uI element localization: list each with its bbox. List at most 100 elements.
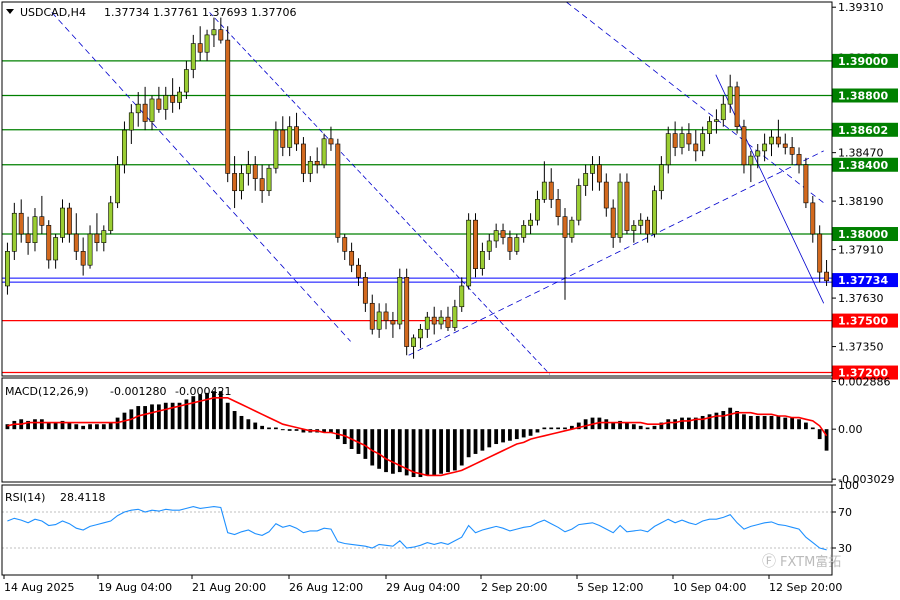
candle-body <box>713 119 719 122</box>
bearish-candle <box>73 213 79 260</box>
macd-bar <box>783 417 788 430</box>
macd-bar <box>824 429 829 451</box>
macd-bar <box>452 429 457 471</box>
candle-body <box>218 29 224 41</box>
candle-body <box>817 233 823 273</box>
macd-bar <box>528 429 533 436</box>
macd-bar <box>239 415 244 430</box>
bearish-candle <box>314 147 320 174</box>
macd-bar <box>391 429 395 474</box>
macd-bar <box>535 429 540 433</box>
candle-body <box>252 164 258 179</box>
price-axis: 1.393101.390201.384701.381901.379101.376… <box>832 1 898 380</box>
macd-bar <box>790 417 795 430</box>
bearish-candle <box>18 199 24 243</box>
bearish-candle <box>789 137 795 165</box>
time-tick-label: 12 Sep 20:00 <box>769 581 842 594</box>
candle-body <box>294 126 299 145</box>
bearish-candle <box>197 26 203 61</box>
candle-body <box>741 126 747 166</box>
candle-body <box>727 86 733 105</box>
bullish-candle <box>583 164 589 196</box>
macd-bar <box>377 429 382 469</box>
candle-body <box>225 39 231 174</box>
bullish-candle <box>307 156 313 183</box>
candle-body <box>87 233 93 266</box>
candle-body <box>32 216 38 243</box>
bullish-candle <box>60 199 65 243</box>
bullish-candle <box>493 223 499 248</box>
candle-body <box>652 190 657 235</box>
macd-bar <box>205 392 209 430</box>
level-tag-label: 1.37500 <box>838 315 888 328</box>
macd-bar <box>776 415 781 430</box>
bearish-candle <box>142 86 148 131</box>
candle-body <box>775 136 781 145</box>
rsi-current-value: 28.4118 <box>60 491 106 504</box>
candle-body <box>555 199 561 218</box>
candle-body <box>535 199 540 221</box>
bullish-candle <box>438 310 444 330</box>
candle-body <box>239 173 244 192</box>
candle-body <box>672 133 678 148</box>
candle-body <box>60 207 65 238</box>
bearish-candle <box>349 242 355 273</box>
candle-body <box>149 98 155 122</box>
candle-body <box>39 216 45 226</box>
bullish-candle <box>769 130 774 157</box>
bullish-candle <box>762 133 768 162</box>
candle-body <box>803 164 809 204</box>
macd-bar <box>446 429 450 473</box>
candle-body <box>624 181 630 231</box>
candle-body <box>700 133 706 152</box>
candle-body <box>266 167 272 192</box>
candle-body <box>411 337 416 347</box>
candle-body <box>18 212 24 235</box>
candle-body <box>693 143 699 152</box>
candle-body <box>548 181 554 200</box>
watermark-icon: Ⓕ <box>762 554 776 570</box>
bearish-candle <box>170 78 176 113</box>
candle-body <box>156 98 162 110</box>
macd-bar <box>101 424 106 430</box>
candle-body <box>369 302 375 330</box>
candle-body <box>404 277 410 347</box>
level-tag-label: 1.38602 <box>838 124 888 137</box>
chart-canvas: 1.393101.390201.384701.381901.379101.376… <box>1 1 898 594</box>
bullish-candle <box>128 104 134 144</box>
bullish-candle <box>424 311 430 338</box>
candle-body <box>328 138 334 145</box>
bullish-candle <box>528 213 534 235</box>
candle-body <box>748 155 754 166</box>
macd-bar <box>769 415 774 430</box>
watermark-text: FXTM富拓 <box>780 554 841 570</box>
macd-bar <box>604 419 609 430</box>
bearish-candle <box>562 208 568 300</box>
bullish-candle <box>287 116 293 157</box>
macd-bar <box>583 419 588 430</box>
candle-body <box>128 112 134 131</box>
symbol-menu-icon[interactable] <box>6 9 14 14</box>
bearish-candle <box>300 137 306 183</box>
candles <box>5 17 829 359</box>
bullish-candle <box>707 116 712 144</box>
time-tick-label: 26 Aug 12:00 <box>289 581 363 594</box>
macd-bar <box>191 396 196 430</box>
level-tag-label: 1.38800 <box>838 90 888 103</box>
bearish-candle <box>672 121 678 157</box>
candle-body <box>46 225 52 261</box>
price-levels <box>2 60 832 374</box>
bearish-candle <box>156 86 162 113</box>
candle-body <box>418 328 423 339</box>
bullish-candle <box>514 234 520 255</box>
macd-bar <box>81 425 86 430</box>
candle-body <box>321 138 327 166</box>
macd-bar <box>150 404 154 430</box>
candle-body <box>562 216 568 238</box>
candle-body <box>280 129 286 148</box>
bullish-candle <box>183 60 189 99</box>
candle-body <box>645 219 651 235</box>
level-tag-label: 1.39000 <box>838 55 888 68</box>
candle-body <box>66 207 72 235</box>
bullish-candle <box>115 156 121 209</box>
